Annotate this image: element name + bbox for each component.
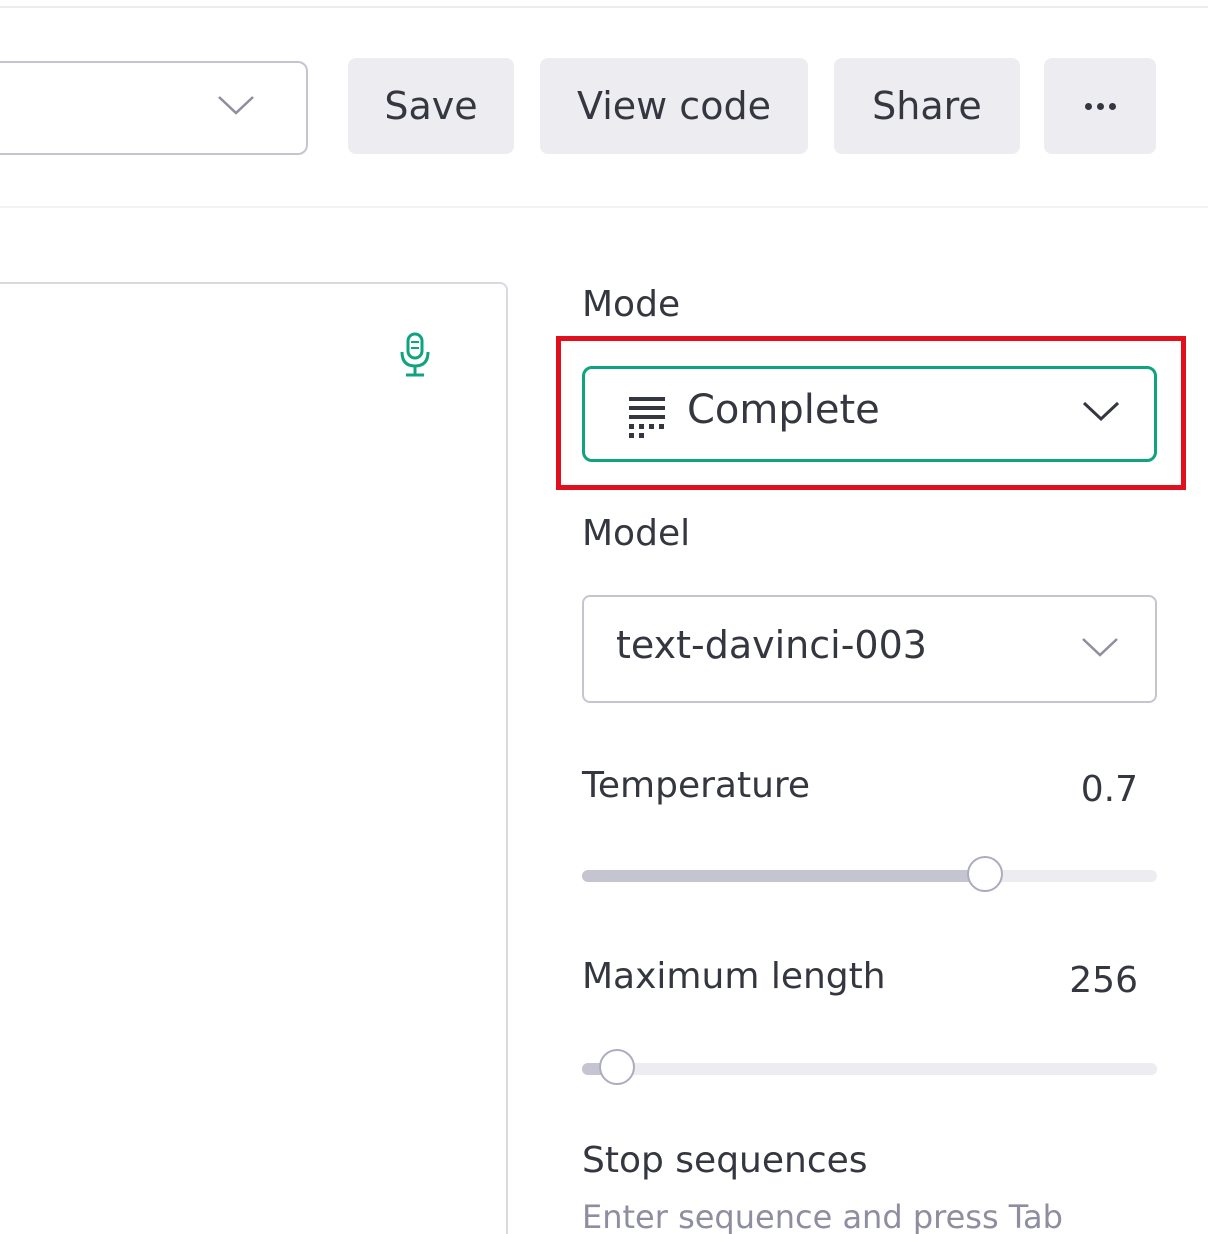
stop-sequences-input[interactable]: Enter sequence and press Tab (582, 1198, 1063, 1234)
model-select[interactable]: text-davinci-003 (582, 595, 1157, 703)
microphone-icon[interactable] (398, 332, 432, 378)
stop-sequences-label: Stop sequences (582, 1140, 868, 1181)
more-options-button[interactable] (1044, 58, 1156, 154)
temperature-slider-thumb[interactable] (966, 856, 1003, 892)
mode-label: Mode (582, 284, 681, 325)
playground-page: Save View code Share Mode Complete Model… (0, 0, 1208, 1234)
maximum-length-slider-thumb[interactable] (598, 1049, 635, 1085)
model-label: Model (582, 513, 691, 554)
mode-highlight-box (556, 336, 1186, 490)
maximum-length-value[interactable]: 256 (1069, 960, 1138, 1001)
temperature-value[interactable]: 0.7 (1081, 769, 1138, 810)
prompt-editor[interactable] (0, 282, 508, 1234)
top-divider (0, 6, 1208, 8)
temperature-slider[interactable] (582, 856, 1157, 892)
model-select-value: text-davinci-003 (616, 623, 927, 667)
view-code-button[interactable]: View code (540, 58, 808, 154)
temperature-slider-fill (582, 870, 985, 882)
maximum-length-slider[interactable] (582, 1049, 1157, 1085)
save-button[interactable]: Save (348, 58, 514, 154)
chevron-down-icon (218, 96, 254, 115)
ellipsis-icon (1084, 102, 1116, 110)
temperature-label: Temperature (582, 765, 811, 806)
preset-select[interactable] (0, 61, 308, 155)
share-button[interactable]: Share (834, 58, 1020, 154)
chevron-down-icon (1082, 638, 1118, 657)
maximum-length-label: Maximum length (582, 956, 886, 997)
header-divider (0, 206, 1208, 208)
